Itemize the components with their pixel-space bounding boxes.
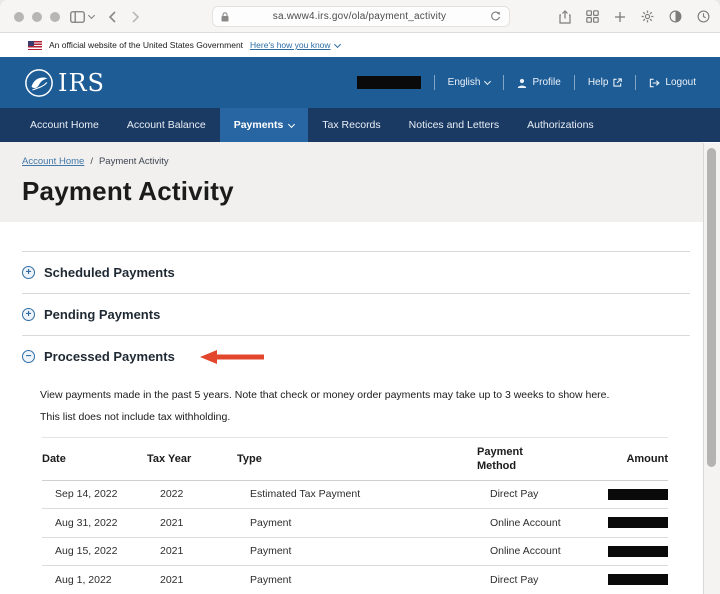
nav-payments[interactable]: Payments (219, 108, 309, 142)
browser-window: sa.www4.irs.gov/ola/payment_activity An … (0, 0, 720, 594)
tab-grid-icon[interactable] (586, 10, 599, 23)
scrollbar-thumb[interactable] (707, 148, 716, 467)
expand-plus-icon[interactable]: + (22, 308, 35, 321)
gov-banner-text: An official website of the United States… (49, 40, 244, 50)
account-name-redacted (356, 76, 421, 89)
contrast-icon[interactable] (669, 10, 682, 23)
cell-date: Aug 15, 2022 (55, 545, 118, 558)
new-tab-icon[interactable] (614, 11, 626, 23)
cell-type: Estimated Tax Payment (250, 488, 361, 501)
cell-amount-redacted (608, 517, 668, 529)
profile-link[interactable]: Profile (517, 77, 561, 88)
nav-account-balance[interactable]: Account Balance (113, 108, 220, 142)
table-row: Aug 15, 2022 2021 Payment Online Account (42, 538, 668, 567)
chevron-down-icon (484, 77, 492, 86)
irs-eagle-logo (24, 68, 54, 98)
table-header-row: Date Tax Year Type Payment Method Amount (42, 438, 668, 481)
cell-type: Payment (250, 516, 292, 529)
cell-date: Aug 31, 2022 (55, 516, 118, 529)
table-row: Sep 14, 2022 2022 Estimated Tax Payment … (42, 481, 668, 510)
cell-tax-year: 2021 (160, 516, 184, 529)
cell-tax-year: 2021 (160, 573, 184, 586)
cell-method: Online Account (490, 516, 561, 529)
accordion-processed-payments[interactable]: − Processed Payments (22, 335, 690, 377)
table-row: Aug 1, 2022 2021 Payment Direct Pay (42, 566, 668, 594)
us-flag-icon (28, 40, 42, 50)
extensions-icon[interactable] (641, 10, 654, 23)
cell-date: Sep 14, 2022 (55, 488, 118, 501)
col-amount: Amount (626, 453, 668, 466)
url-text: sa.www4.irs.gov/ola/payment_activity (272, 11, 447, 22)
share-icon[interactable] (559, 9, 571, 24)
forward-button[interactable] (131, 10, 140, 23)
chevron-down-icon (87, 11, 96, 20)
cell-tax-year: 2021 (160, 545, 184, 558)
irs-logo[interactable]: IRS (24, 68, 105, 98)
external-link-icon (613, 78, 623, 87)
main-content: + Scheduled Payments + Pending Payments … (0, 222, 703, 594)
breadcrumb: Account Home / Payment Activity (22, 156, 703, 167)
clock-icon[interactable] (697, 10, 710, 23)
nav-tax-records[interactable]: Tax Records (308, 108, 394, 142)
cell-amount-redacted (608, 545, 668, 557)
cell-method: Online Account (490, 545, 561, 558)
processed-description: View payments made in the past 5 years. … (40, 389, 610, 401)
logout-icon (649, 78, 661, 88)
withholding-note: This list does not include tax withholdi… (40, 411, 231, 423)
help-link[interactable]: Help (588, 77, 623, 88)
browser-toolbar: sa.www4.irs.gov/ola/payment_activity (0, 0, 720, 33)
col-tax-year: Tax Year (147, 453, 192, 466)
traffic-light-buttons[interactable] (14, 12, 60, 22)
irs-header: IRS English Profile Help Logout (0, 57, 720, 108)
nav-notices-letters[interactable]: Notices and Letters (395, 108, 513, 142)
red-annotation-arrow (198, 349, 268, 365)
nav-account-home[interactable]: Account Home (16, 108, 113, 142)
chevron-down-icon (288, 120, 296, 128)
page-title: Payment Activity (22, 176, 234, 206)
chevron-down-icon (333, 40, 341, 48)
page-header-band: Account Home / Payment Activity Payment … (0, 142, 703, 222)
divider (635, 75, 637, 90)
col-date: Date (42, 453, 66, 466)
language-dropdown[interactable]: English (448, 77, 492, 88)
col-type: Type (237, 453, 262, 466)
how-you-know-link[interactable]: Here's how you know (250, 40, 341, 50)
expand-plus-icon[interactable]: + (22, 266, 35, 279)
cell-type: Payment (250, 545, 292, 558)
divider (573, 75, 575, 90)
cell-date: Aug 1, 2022 (55, 573, 112, 586)
scrollbar-track[interactable] (703, 143, 720, 594)
logout-link[interactable]: Logout (649, 77, 696, 88)
refresh-icon[interactable] (490, 11, 501, 22)
breadcrumb-separator: / (90, 156, 93, 167)
gov-banner: An official website of the United States… (0, 33, 720, 57)
irs-wordmark: IRS (58, 68, 105, 97)
breadcrumb-account-home[interactable]: Account Home (22, 156, 84, 167)
address-bar[interactable]: sa.www4.irs.gov/ola/payment_activity (212, 6, 510, 27)
cell-method: Direct Pay (490, 573, 539, 586)
lock-icon (221, 11, 229, 22)
cell-tax-year: 2022 (160, 488, 184, 501)
divider (433, 75, 435, 90)
profile-icon (517, 78, 527, 88)
cell-amount-redacted (608, 488, 668, 500)
table-row: Aug 31, 2022 2021 Payment Online Account (42, 509, 668, 538)
cell-amount-redacted (608, 574, 668, 586)
collapse-minus-icon[interactable]: − (22, 350, 35, 363)
breadcrumb-current: Payment Activity (98, 156, 169, 167)
payments-table: Date Tax Year Type Payment Method Amount… (42, 437, 668, 594)
col-payment-method: Payment Method (477, 446, 523, 473)
nav-authorizations[interactable]: Authorizations (513, 108, 608, 142)
cell-type: Payment (250, 573, 292, 586)
sidebar-icon[interactable] (70, 10, 96, 23)
accordion-pending-payments[interactable]: + Pending Payments (22, 293, 690, 335)
back-button[interactable] (108, 10, 117, 23)
accordion-scheduled-payments[interactable]: + Scheduled Payments (22, 251, 690, 293)
primary-nav: Account Home Account Balance Payments Ta… (0, 108, 720, 142)
cell-method: Direct Pay (490, 488, 539, 501)
divider (503, 75, 505, 90)
